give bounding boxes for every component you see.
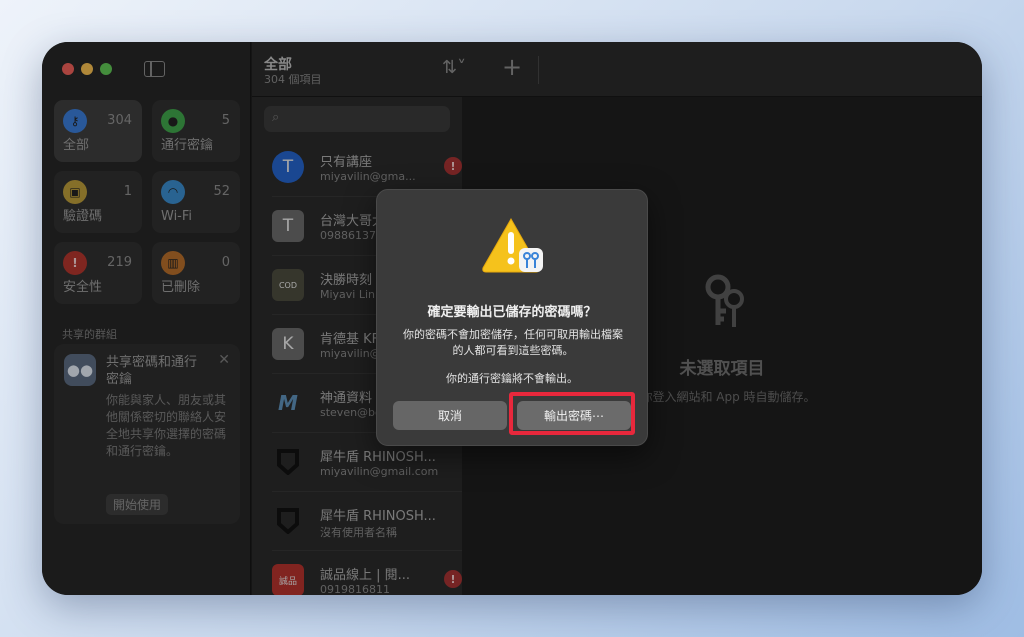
passwords-window: ⚷ 304 全部 ● 5 通行密鑰 ▣ 1 驗證碼 ◠ 52 Wi-Fi ! 2 — [42, 42, 982, 595]
dialog-title: 確定要輸出已儲存的密碼嗎？ — [427, 305, 597, 320]
warning-icon — [482, 217, 543, 273]
dialog-note: 你的通行密鑰將不會輸出。 — [446, 372, 578, 385]
highlight-annotation — [509, 392, 635, 435]
dialog-message: 你的密碼不會加密儲存，任何可取用輸出檔案的人都可看到這些密碼。 — [403, 328, 623, 357]
cancel-button[interactable]: 取消 — [393, 401, 507, 430]
